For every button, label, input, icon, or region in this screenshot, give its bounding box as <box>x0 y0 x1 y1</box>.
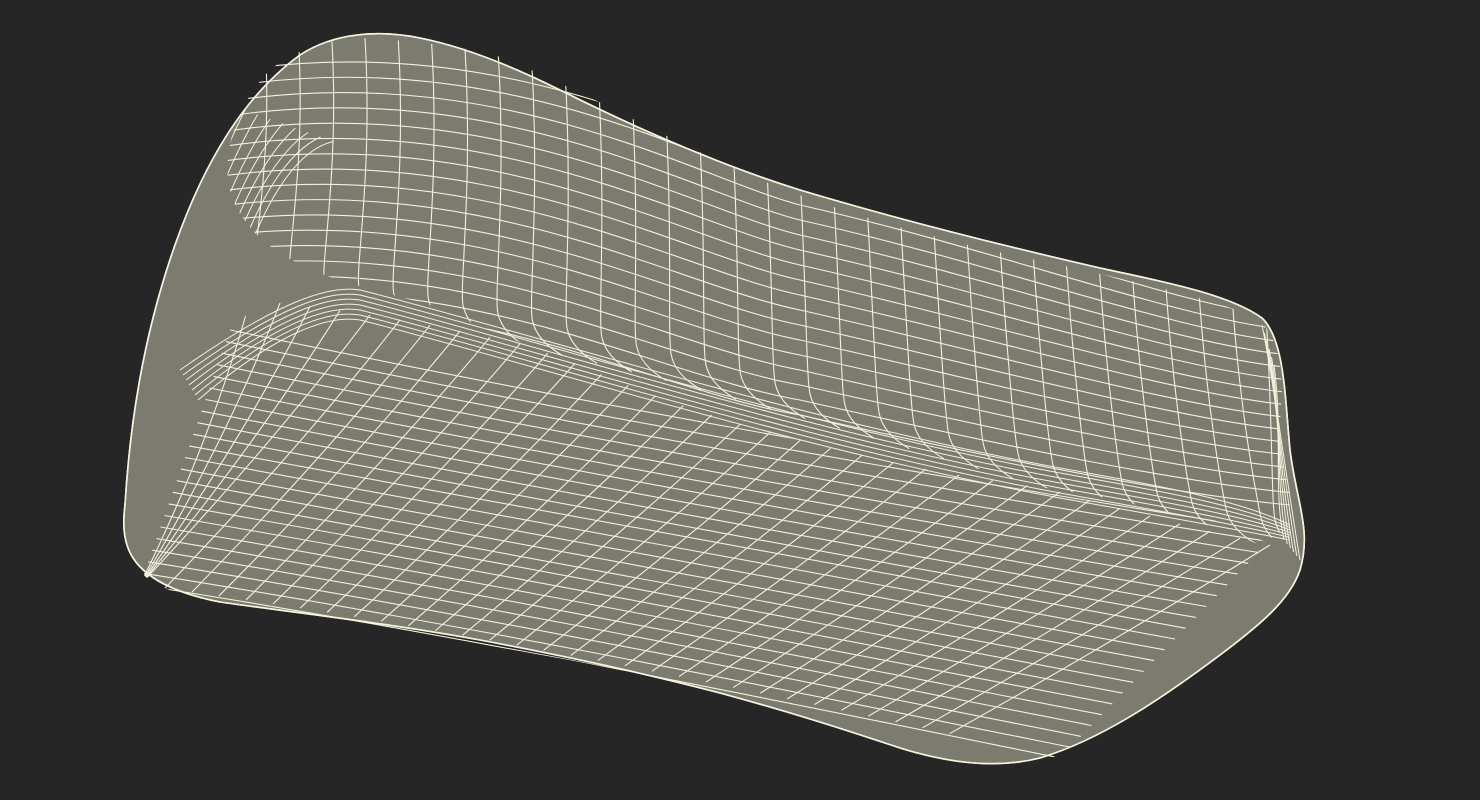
3d-viewport[interactable] <box>0 0 1480 800</box>
mesh-silhouette <box>122 32 1306 765</box>
wireframe-model[interactable] <box>0 0 1480 800</box>
